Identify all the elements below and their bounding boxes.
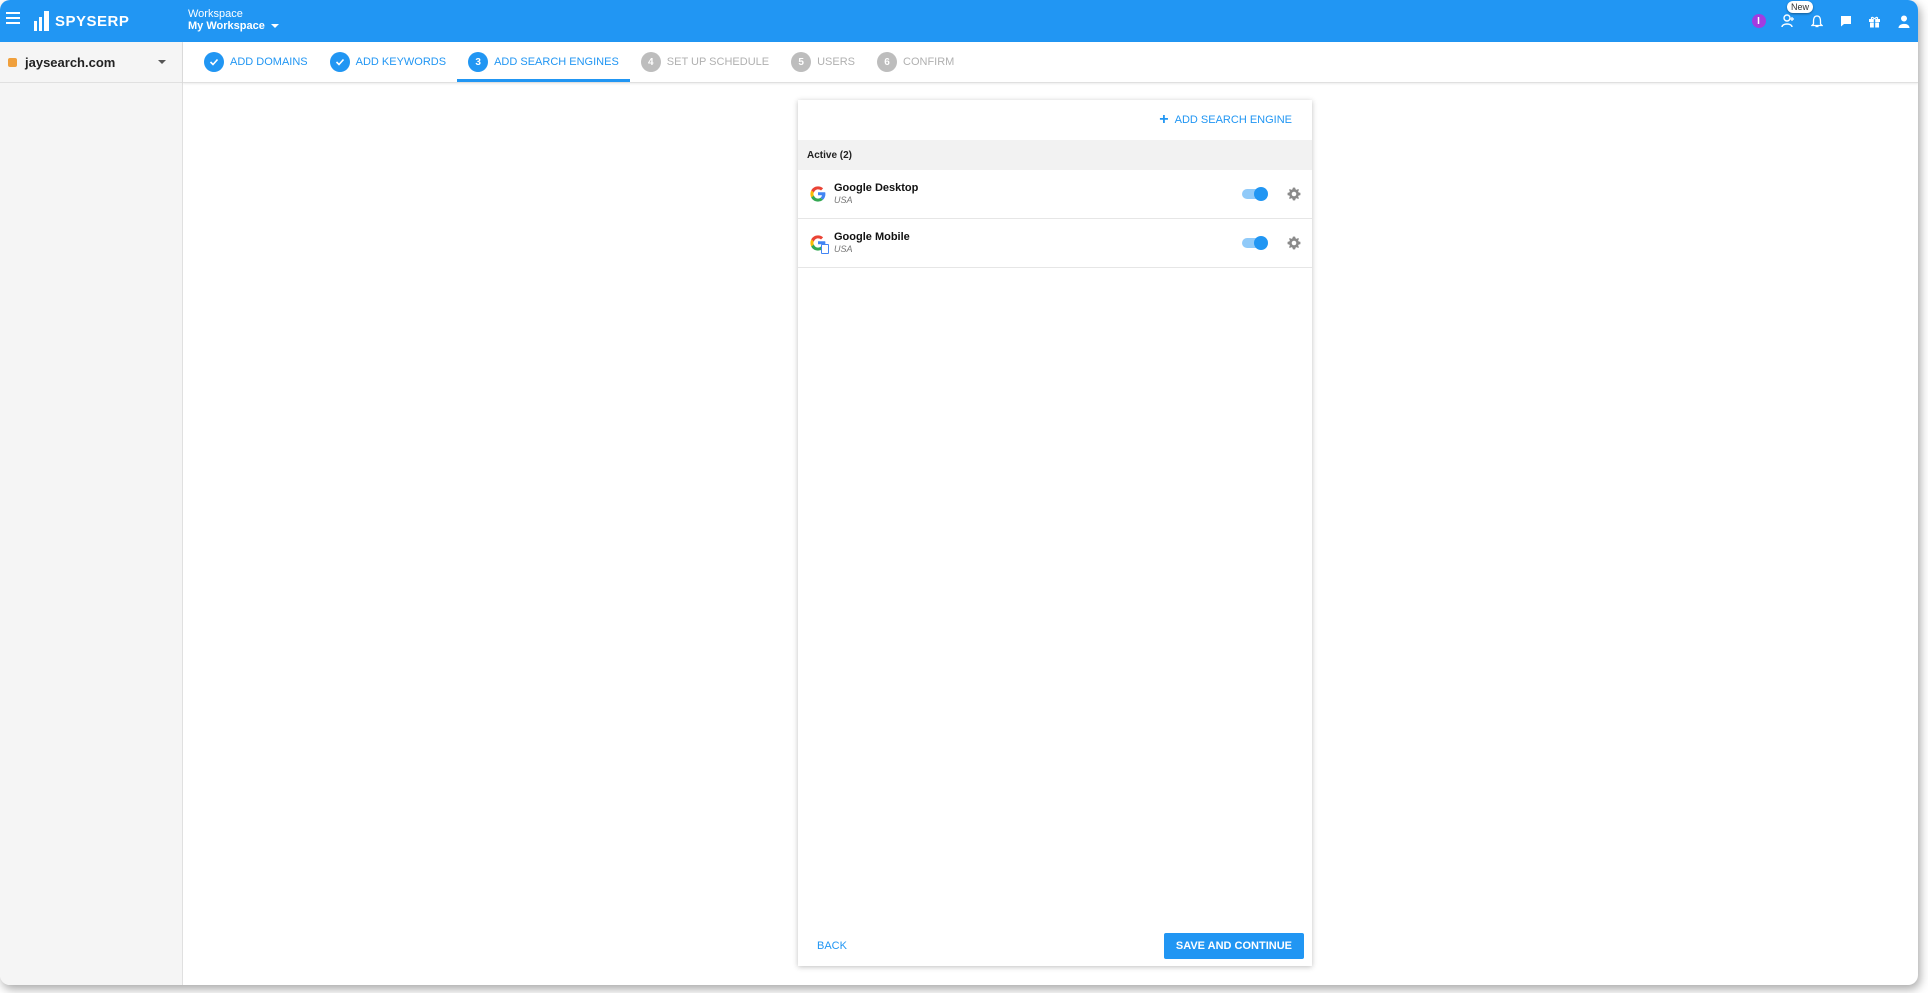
engine-country: USA	[834, 244, 853, 254]
engine-row-google-desktop: Google Desktop USA	[798, 170, 1312, 219]
step-label: ADD SEARCH ENGINES	[494, 56, 619, 68]
engine-row-google-mobile: Google Mobile USA	[798, 219, 1312, 268]
step-label: SET UP SCHEDULE	[666, 56, 770, 68]
step-add-keywords[interactable]: ADD KEYWORDS	[319, 42, 457, 82]
engine-country: USA	[834, 195, 853, 205]
search-engines-card: + ADD SEARCH ENGINE Active (2) Google De…	[798, 100, 1312, 966]
workspace-switcher[interactable]: Workspace My Workspace	[188, 8, 279, 32]
gear-icon[interactable]	[1286, 186, 1302, 202]
notification-indicator[interactable]: I	[1744, 0, 1773, 42]
step-number: 6	[877, 52, 897, 72]
top-bar: SPYSERP Workspace My Workspace I New	[0, 0, 1918, 42]
domain-favicon-icon	[8, 57, 17, 67]
chat-icon	[1840, 16, 1851, 27]
step-users[interactable]: 5 USERS	[780, 42, 866, 82]
bell-icon	[1810, 14, 1823, 27]
step-add-domains[interactable]: ADD DOMAINS	[193, 42, 319, 82]
add-search-engine-label: ADD SEARCH ENGINE	[1174, 114, 1292, 126]
domain-name: jaysearch.com	[25, 54, 116, 70]
gear-icon[interactable]	[1286, 235, 1302, 251]
account-button[interactable]	[1889, 0, 1918, 42]
save-and-continue-button[interactable]: SAVE AND CONTINUE	[1163, 933, 1304, 959]
check-icon	[204, 52, 224, 72]
header-actions: I New	[1744, 0, 1918, 42]
gift-button[interactable]	[1860, 0, 1889, 42]
step-label: ADD DOMAINS	[230, 56, 308, 68]
engine-name: Google Mobile	[834, 231, 910, 243]
step-number: 5	[791, 52, 812, 72]
step-confirm[interactable]: 6 CONFIRM	[866, 42, 965, 82]
toggle-knob	[1254, 236, 1268, 250]
user-icon	[1898, 15, 1909, 28]
back-button[interactable]: BACK	[817, 940, 847, 952]
logo[interactable]: SPYSERP	[34, 11, 129, 31]
card-header: + ADD SEARCH ENGINE	[798, 100, 1312, 140]
domain-selector[interactable]: jaysearch.com	[0, 42, 182, 83]
engine-info: Google Desktop USA	[834, 182, 1242, 206]
wizard-stepper: ADD DOMAINS ADD KEYWORDS 3 ADD SEARCH EN…	[183, 42, 1918, 83]
invite-user-button[interactable]: New	[1773, 0, 1814, 42]
chevron-down-icon	[270, 24, 279, 28]
mobile-device-icon	[821, 244, 829, 254]
check-icon	[329, 52, 350, 72]
workspace-name[interactable]: My Workspace	[188, 20, 279, 32]
brand-name: SPYSERP	[55, 12, 130, 30]
workspace-name-text: My Workspace	[188, 20, 265, 32]
active-section-header: Active (2)	[798, 140, 1312, 170]
engine-enabled-toggle[interactable]	[1242, 187, 1268, 201]
google-logo-icon	[810, 186, 826, 202]
workspace-label: Workspace	[188, 8, 243, 20]
add-user-icon	[1780, 14, 1794, 28]
step-set-up-schedule[interactable]: 4 SET UP SCHEDULE	[630, 42, 780, 82]
logo-mark-icon	[34, 11, 49, 31]
toggle-knob	[1254, 187, 1268, 201]
step-label: CONFIRM	[903, 56, 955, 68]
engine-info: Google Mobile USA	[834, 231, 1242, 255]
step-label: ADD KEYWORDS	[355, 56, 447, 68]
engine-enabled-toggle[interactable]	[1242, 236, 1268, 250]
plus-icon: +	[1159, 111, 1169, 128]
step-number: 3	[468, 52, 489, 72]
step-label: USERS	[817, 56, 855, 68]
add-search-engine-button[interactable]: + ADD SEARCH ENGINE	[1159, 111, 1292, 128]
messages-button[interactable]	[1831, 0, 1860, 42]
google-mobile-logo-icon	[808, 233, 829, 254]
step-add-search-engines[interactable]: 3 ADD SEARCH ENGINES	[457, 42, 630, 82]
step-number: 4	[640, 52, 661, 72]
notifications-button[interactable]	[1802, 0, 1831, 42]
engine-name: Google Desktop	[834, 182, 919, 194]
sidebar: jaysearch.com	[0, 42, 183, 985]
chevron-down-icon	[158, 60, 166, 64]
menu-icon[interactable]	[6, 12, 20, 26]
alert-badge-icon: I	[1751, 14, 1766, 28]
app-window: SPYSERP Workspace My Workspace I New jay…	[0, 0, 1918, 985]
card-footer: BACK SAVE AND CONTINUE	[798, 926, 1312, 966]
gift-icon	[1869, 16, 1880, 27]
